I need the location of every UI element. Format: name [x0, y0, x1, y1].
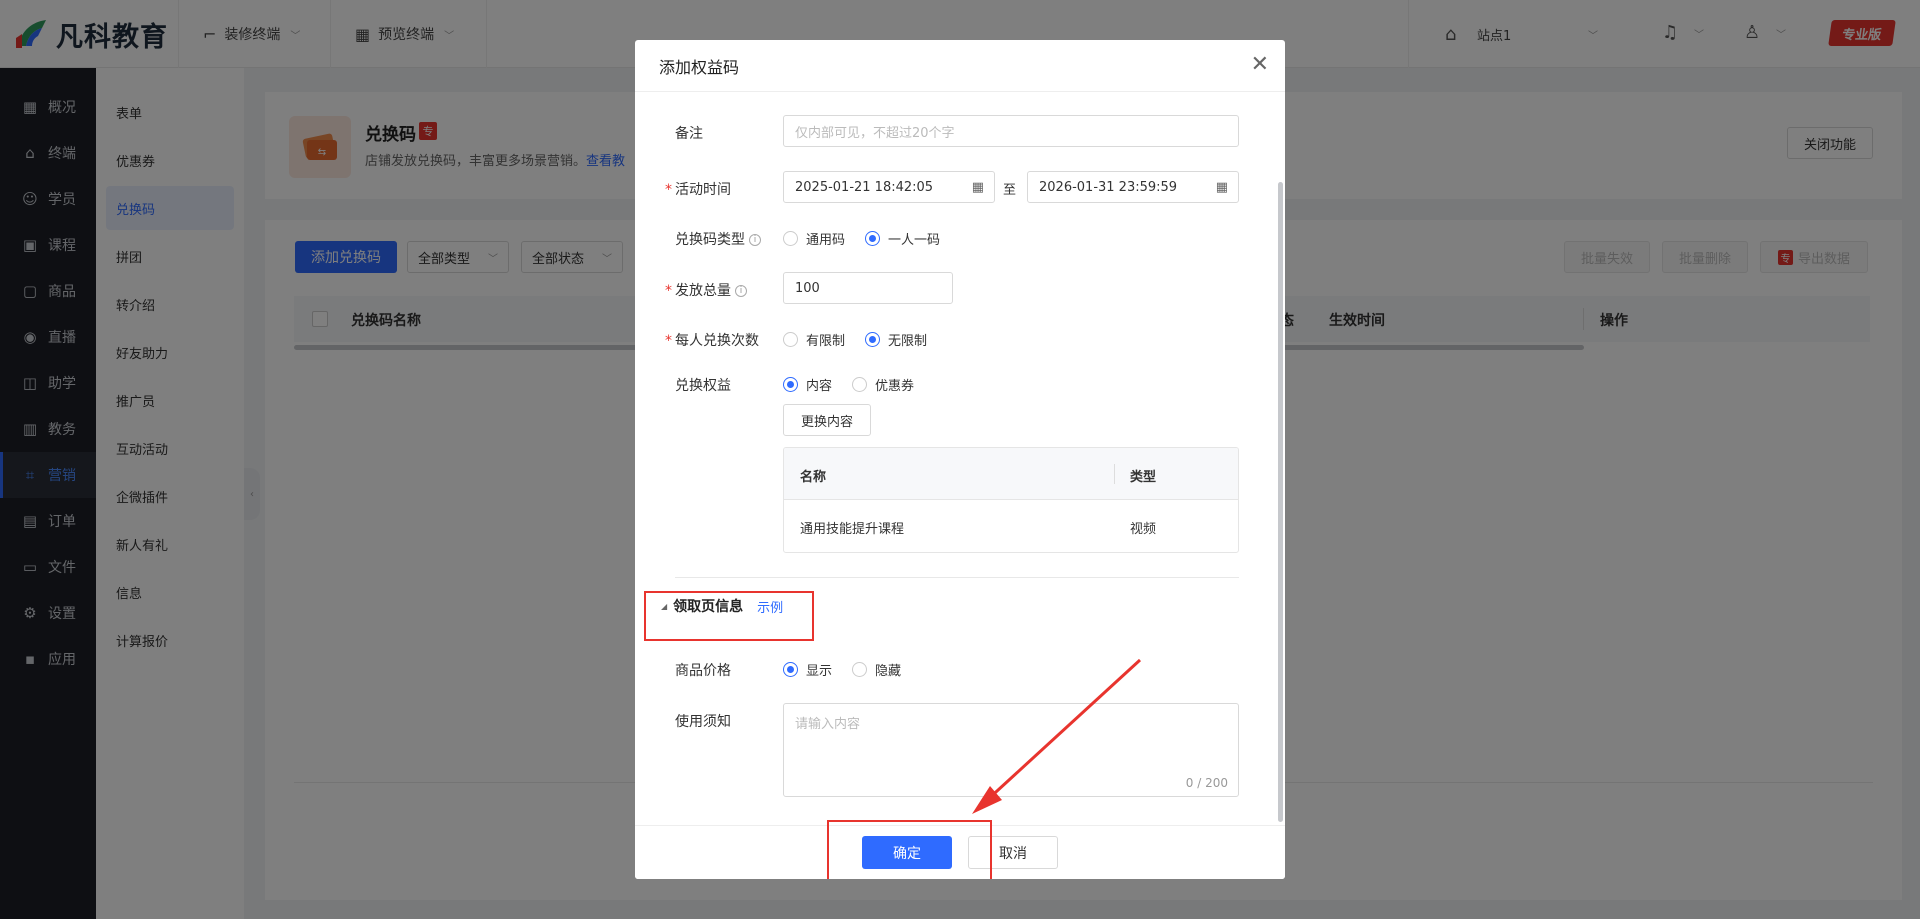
annotation-arrow	[972, 658, 1142, 814]
annotation-arrow-line	[983, 658, 1142, 804]
